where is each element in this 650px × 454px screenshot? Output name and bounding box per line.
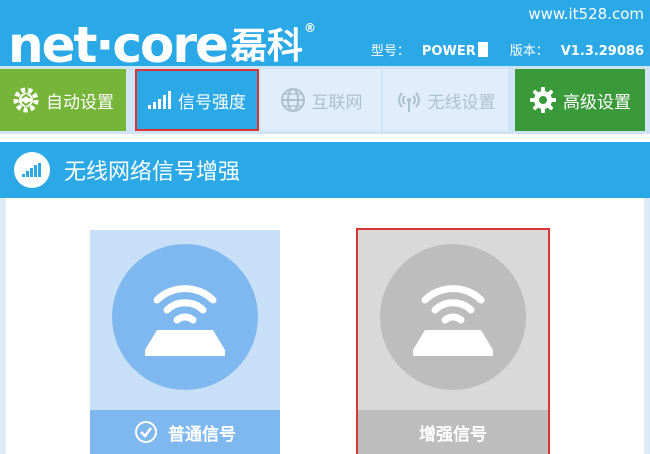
main-nav: 自动设置 信号强度 互联网 无线设置 高级设置 [0, 66, 650, 134]
nav-signal-strength[interactable]: 信号强度 [135, 69, 259, 131]
mode-normal-circle [112, 244, 258, 390]
site-watermark: www.it528.com [528, 5, 644, 23]
nav-internet-label: 互联网 [311, 92, 363, 113]
mode-normal-signal[interactable]: 普通信号 [90, 230, 280, 454]
model-value: POWER [421, 44, 476, 59]
brand-logo: net·core 磊科® [8, 0, 316, 75]
nav-signal-strength-label: 信号强度 [178, 92, 246, 113]
logo-cn-text: 磊科 [230, 26, 303, 67]
gear-icon [530, 87, 556, 113]
registered-mark: ® [303, 21, 316, 35]
panel-title-bar: 无线网络信号增强 [0, 142, 650, 198]
nav-auto-setup-label: 自动设置 [46, 92, 114, 113]
check-circle-icon [135, 421, 157, 443]
device-info: 型号： POWER 版本： V1.3.29086 [371, 40, 644, 59]
nav-auto-setup[interactable]: 自动设置 [0, 69, 126, 131]
signal-bars-icon [14, 152, 50, 188]
router-wifi-icon [413, 285, 493, 356]
panel-title: 无线网络信号增强 [64, 160, 241, 185]
globe-icon [280, 88, 305, 112]
mode-enhanced-label: 增强信号 [358, 410, 548, 454]
mode-enhanced-circle [380, 244, 526, 390]
version-value: V1.3.29086 [560, 44, 644, 59]
redaction-block [477, 42, 488, 57]
wireless-tower-icon [397, 92, 420, 112]
router-wifi-icon [145, 285, 225, 356]
nav-internet[interactable]: 互联网 [261, 69, 381, 131]
nav-advanced-setup[interactable]: 高级设置 [515, 69, 645, 131]
nav-wireless-setup-label: 无线设置 [427, 92, 496, 113]
version-label: 版本： [509, 44, 549, 59]
signal-bars-icon [148, 91, 171, 109]
mode-enhanced-signal[interactable]: 增强信号 [356, 228, 550, 454]
mode-enhanced-text: 增强信号 [419, 424, 487, 445]
gear-icon [13, 87, 39, 113]
model-label: 型号： [370, 44, 410, 59]
mode-normal-label: 普通信号 [90, 410, 280, 454]
nav-wireless-setup[interactable]: 无线设置 [383, 69, 508, 131]
nav-advanced-setup-label: 高级设置 [563, 92, 631, 113]
header-bar: net·core 磊科® www.it528.com 型号： POWER 版本： V1.… [0, 0, 650, 73]
mode-normal-text: 普通信号 [168, 424, 236, 445]
